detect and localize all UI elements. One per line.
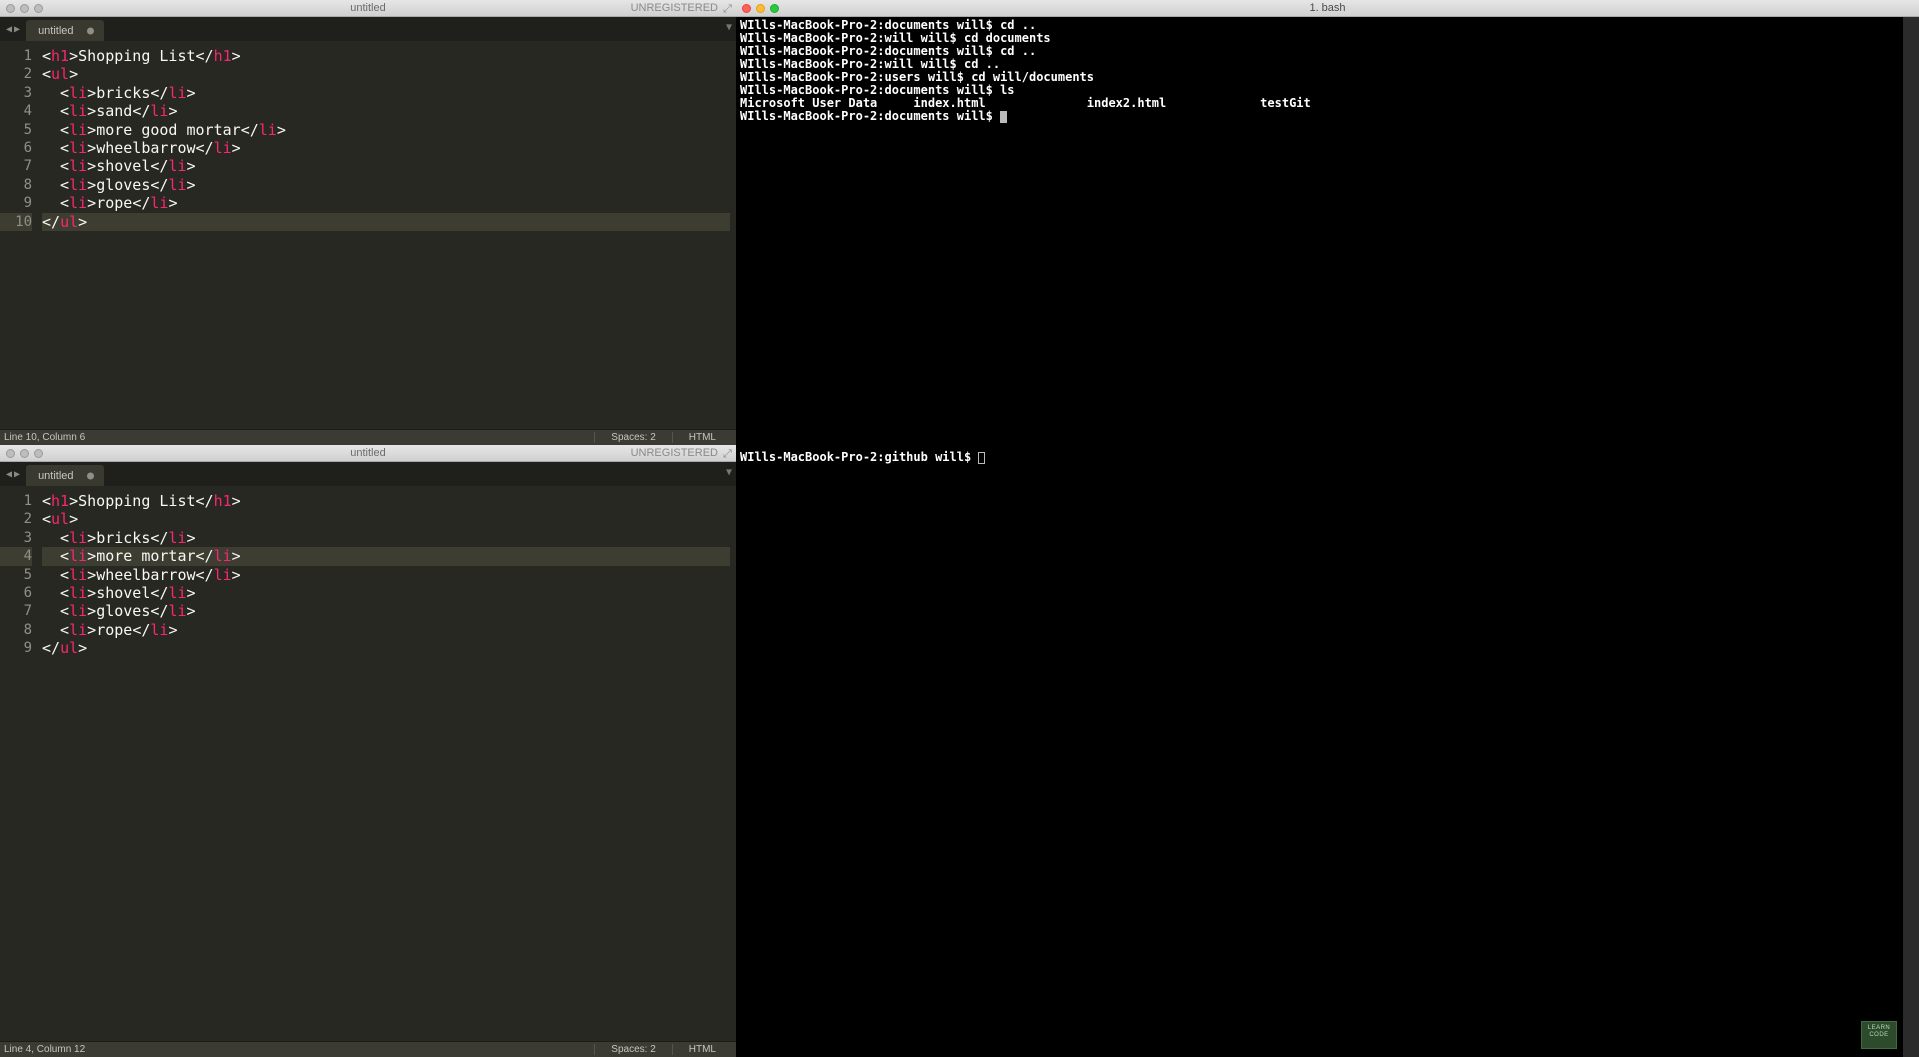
minimize-icon[interactable] [20, 4, 29, 13]
line-gutter: 12345678910 [0, 41, 42, 429]
titlebar[interactable]: 1. bash [736, 0, 1919, 17]
dirty-indicator-icon [87, 472, 94, 479]
zoom-icon[interactable] [34, 449, 43, 458]
code-area[interactable]: 12345678910 <h1>Shopping List</h1><ul> <… [0, 41, 736, 429]
cursor-position: Line 4, Column 12 [4, 1044, 85, 1055]
cursor-icon [1000, 111, 1007, 123]
registration-badge: UNREGISTERED [631, 2, 736, 14]
tab-bar: ◀ ▶ untitled ▼ [0, 17, 736, 41]
tab-back-icon[interactable]: ◀ [6, 469, 12, 480]
tab-forward-icon[interactable]: ▶ [14, 24, 20, 35]
expand-icon[interactable]: ⤢ [723, 448, 733, 458]
traffic-lights [736, 4, 779, 13]
titlebar[interactable]: untitled UNREGISTERED ⤢ [0, 0, 736, 17]
minimize-icon[interactable] [20, 449, 29, 458]
right-column: 1. bash WIlls-MacBook-Pro-2:documents wi… [736, 0, 1919, 1057]
tab-nav-arrows: ◀ ▶ [0, 17, 26, 41]
close-icon[interactable] [742, 4, 751, 13]
zoom-icon[interactable] [34, 4, 43, 13]
terminal-body[interactable]: WIlls-MacBook-Pro-2:github will$ [736, 445, 1919, 1057]
tab-untitled[interactable]: untitled [26, 20, 103, 41]
dirty-indicator-icon [87, 27, 94, 34]
terminal-body[interactable]: WIlls-MacBook-Pro-2:documents will$ cd .… [736, 17, 1919, 445]
terminal-window-2: WIlls-MacBook-Pro-2:github will$ LEARN C… [736, 445, 1919, 1057]
titlebar[interactable]: untitled UNREGISTERED ⤢ [0, 445, 736, 462]
close-icon[interactable] [6, 449, 15, 458]
tab-label: untitled [38, 470, 73, 482]
traffic-lights [0, 4, 43, 13]
tab-forward-icon[interactable]: ▶ [14, 469, 20, 480]
window-title: 1. bash [736, 2, 1919, 15]
editor-window-1: untitled UNREGISTERED ⤢ ◀ ▶ untitled ▼ 1… [0, 0, 736, 445]
zoom-icon[interactable] [770, 4, 779, 13]
registration-badge: UNREGISTERED [631, 447, 736, 459]
indent-setting[interactable]: Spaces: 2 [594, 432, 671, 443]
traffic-lights [0, 449, 43, 458]
window-title: untitled [0, 2, 736, 14]
status-bar: Line 10, Column 6 Spaces: 2 HTML [0, 429, 736, 445]
cursor-icon [978, 452, 985, 464]
expand-icon[interactable]: ⤢ [723, 3, 733, 13]
syntax-mode[interactable]: HTML [672, 1044, 732, 1055]
scrollbar[interactable] [1903, 17, 1919, 445]
tab-untitled[interactable]: untitled [26, 465, 103, 486]
minimize-icon[interactable] [756, 4, 765, 13]
tab-label: untitled [38, 25, 73, 37]
code-area[interactable]: 123456789 <h1>Shopping List</h1><ul> <li… [0, 486, 736, 1041]
close-icon[interactable] [6, 4, 15, 13]
left-column: untitled UNREGISTERED ⤢ ◀ ▶ untitled ▼ 1… [0, 0, 736, 1057]
status-bar: Line 4, Column 12 Spaces: 2 HTML [0, 1041, 736, 1057]
terminal-window-1: 1. bash WIlls-MacBook-Pro-2:documents wi… [736, 0, 1919, 445]
editor-window-2: untitled UNREGISTERED ⤢ ◀ ▶ untitled ▼ 1… [0, 445, 736, 1057]
tab-nav-arrows: ◀ ▶ [0, 462, 26, 486]
indent-setting[interactable]: Spaces: 2 [594, 1044, 671, 1055]
tab-overflow-icon[interactable]: ▼ [726, 22, 732, 33]
watermark-badge: LEARN CODE [1861, 1021, 1897, 1049]
scrollbar[interactable] [1903, 445, 1919, 1057]
window-title: untitled [0, 447, 736, 459]
tab-bar: ◀ ▶ untitled ▼ [0, 462, 736, 486]
cursor-position: Line 10, Column 6 [4, 432, 85, 443]
code-lines[interactable]: <h1>Shopping List</h1><ul> <li>bricks</l… [42, 486, 730, 1041]
code-lines[interactable]: <h1>Shopping List</h1><ul> <li>bricks</l… [42, 41, 730, 429]
line-gutter: 123456789 [0, 486, 42, 1041]
tab-back-icon[interactable]: ◀ [6, 24, 12, 35]
tab-overflow-icon[interactable]: ▼ [726, 467, 732, 478]
syntax-mode[interactable]: HTML [672, 432, 732, 443]
